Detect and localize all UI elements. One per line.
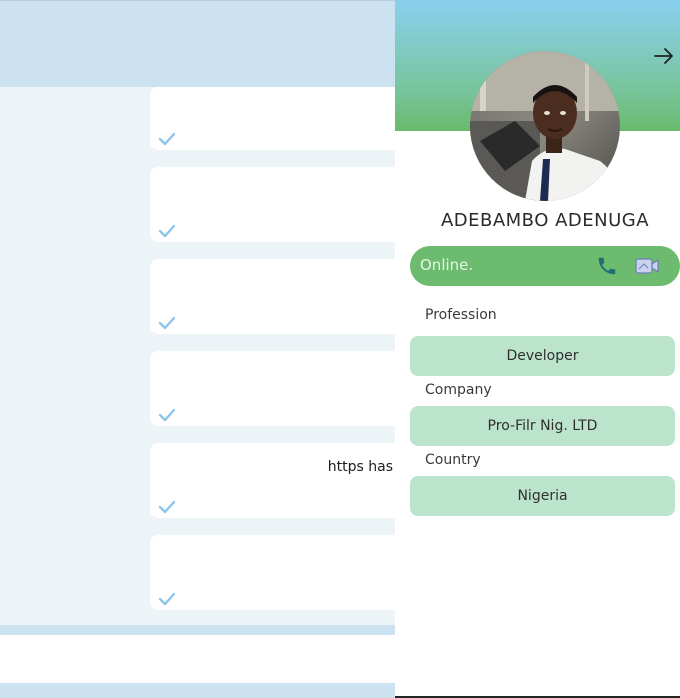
message-bubble[interactable] [150,167,395,242]
message-bubble[interactable] [150,351,395,426]
message-bubble[interactable] [150,259,395,334]
chat-messages-area[interactable]: https has [0,87,395,625]
chat-footer [0,683,395,698]
avatar-photo [470,51,620,201]
phone-icon[interactable] [596,255,618,277]
video-camera-icon[interactable] [634,256,660,276]
chat-divider [0,625,395,635]
country-label: Country [425,452,481,468]
profile-name: ADEBAMBO ADENUGA [440,210,650,231]
message-bubble[interactable]: https has [150,443,395,518]
message-text: https has [327,459,393,475]
avatar [470,51,620,201]
message-bubble[interactable] [150,535,395,610]
company-value: Pro-Filr Nig. LTD [410,406,675,446]
country-value: Nigeria [410,476,675,516]
checkmark-icon [158,316,176,330]
profession-value: Developer [410,336,675,376]
message-bubble[interactable] [150,87,395,150]
contact-profile-panel: ADEBAMBO ADENUGA Online. Profession Deve… [395,0,680,698]
company-label: Company [425,382,492,398]
status-text: Online. [420,256,474,274]
arrow-right-icon[interactable] [652,44,676,68]
checkmark-icon [158,132,176,146]
profession-label: Profession [425,307,497,323]
chat-header [0,0,395,87]
checkmark-icon [158,408,176,422]
message-compose-area[interactable] [0,635,395,683]
checkmark-icon [158,224,176,238]
status-bar: Online. [410,246,680,286]
checkmark-icon [158,592,176,606]
checkmark-icon [158,500,176,514]
